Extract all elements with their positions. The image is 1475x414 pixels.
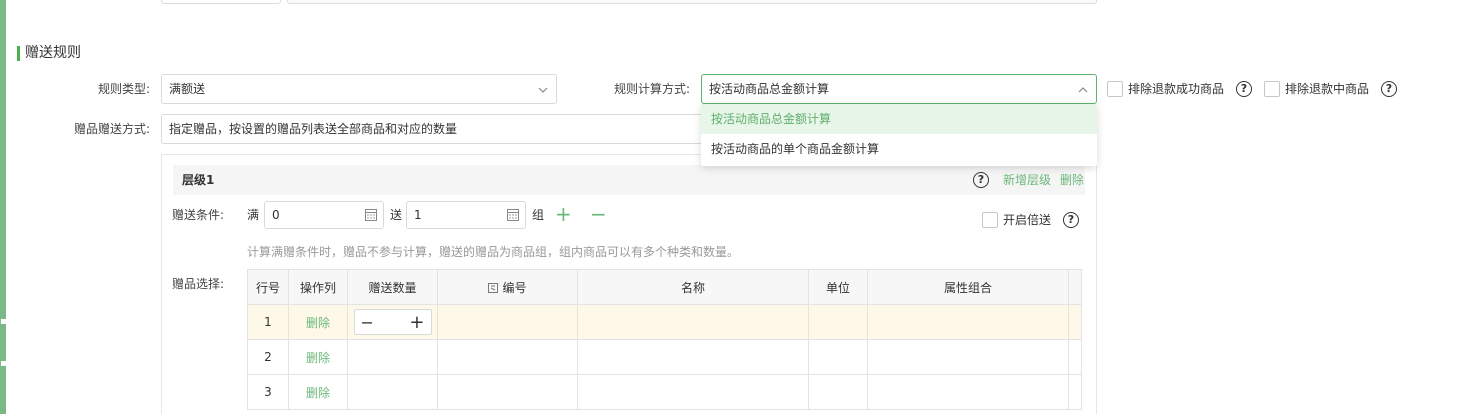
- sidebar-strip: [0, 0, 6, 414]
- calc-method-label: 规则计算方式:: [613, 82, 690, 96]
- amount-input[interactable]: 1: [406, 201, 526, 229]
- exclude-refund-pending-checkbox[interactable]: [1264, 81, 1280, 97]
- chevron-up-icon: [1078, 87, 1088, 93]
- unit-cell[interactable]: [808, 374, 868, 410]
- delete-row-link[interactable]: 删除: [288, 304, 348, 340]
- calc-method-select[interactable]: 按活动商品总金额计算: [701, 74, 1097, 104]
- col-header: 属性组合: [867, 269, 1069, 305]
- code-cell[interactable]: [437, 304, 578, 340]
- col-header: 赠送数量: [347, 269, 438, 305]
- gift-select-label: 赠品选择:: [172, 277, 225, 291]
- gift-method-select[interactable]: 指定赠品，按设置的赠品列表送全部商品和对应的数量: [161, 114, 721, 144]
- col-header: 名称: [577, 269, 809, 305]
- threshold-input[interactable]: 0: [264, 201, 384, 229]
- help-icon[interactable]: ?: [1063, 212, 1079, 228]
- double-gift-label: 开启倍送: [1003, 213, 1052, 227]
- gift-method-label: 赠品赠送方式:: [73, 122, 150, 136]
- chevron-down-icon: [538, 87, 548, 93]
- level-title: 层级1: [182, 173, 215, 187]
- level-header: [173, 165, 1085, 195]
- exclude-refund-success-checkbox[interactable]: [1107, 81, 1123, 97]
- table-row: 2 删除: [247, 339, 1082, 375]
- rule-type-label: 规则类型:: [97, 82, 150, 96]
- code-cell[interactable]: [437, 339, 578, 375]
- quantity-stepper[interactable]: − +: [353, 309, 432, 335]
- plus-icon[interactable]: +: [555, 203, 572, 225]
- table-row: 3 删除: [247, 374, 1082, 410]
- minus-icon[interactable]: −: [590, 203, 607, 225]
- name-cell[interactable]: [577, 374, 809, 410]
- calculator-icon: [507, 209, 519, 221]
- extra-cell: [1068, 374, 1082, 410]
- table-header-row: 行号 操作列 赠送数量 编号 名称 单位 属性组合: [247, 269, 1082, 305]
- unit-cell[interactable]: [808, 304, 868, 340]
- condition-label: 赠送条件:: [172, 208, 225, 222]
- rule-type-value: 满额送: [169, 82, 206, 96]
- delete-level-link[interactable]: 删除: [1060, 172, 1084, 188]
- double-gift-checkbox[interactable]: [982, 212, 998, 228]
- col-header-extra: [1068, 269, 1082, 305]
- section-title: 赠送规则: [25, 45, 81, 61]
- attr-cell[interactable]: [867, 304, 1069, 340]
- extra-cell: [1068, 304, 1082, 340]
- rule-type-select[interactable]: 满额送: [161, 74, 557, 104]
- condition-unit: 组: [532, 208, 545, 222]
- calc-method-value: 按活动商品总金额计算: [709, 82, 830, 96]
- condition-hint: 计算满赠条件时，赠品不参与计算，赠送的赠品为商品组，组内商品可以有多个种类和数量…: [247, 245, 740, 259]
- quantity-cell[interactable]: [347, 374, 438, 410]
- calc-method-dropdown: 按活动商品总金额计算 按活动商品的单个商品金额计算: [701, 104, 1097, 166]
- row-number: 3: [247, 374, 289, 410]
- exclude-refund-success-label: 排除退款成功商品: [1128, 82, 1225, 96]
- col-header: 行号: [247, 269, 289, 305]
- condition-prefix: 满: [247, 208, 260, 222]
- column-setting-icon: [488, 283, 499, 293]
- amount-value: 1: [414, 208, 422, 222]
- attr-cell[interactable]: [867, 374, 1069, 410]
- delete-row-link[interactable]: 删除: [288, 339, 348, 375]
- sidebar-glyph: ▪: [0, 316, 6, 327]
- col-header-code[interactable]: 编号: [437, 269, 578, 305]
- col-header: 编号: [502, 280, 527, 295]
- help-icon[interactable]: ?: [1236, 81, 1252, 97]
- table-row: 1 删除 − +: [247, 304, 1082, 340]
- help-icon[interactable]: ?: [973, 172, 989, 188]
- condition-middle: 送: [390, 208, 403, 222]
- col-header: 操作列: [288, 269, 348, 305]
- unit-cell[interactable]: [808, 339, 868, 375]
- top-partial-input[interactable]: [287, 0, 1097, 4]
- dropdown-option-single[interactable]: 按活动商品的单个商品金额计算: [701, 134, 1097, 164]
- minus-icon[interactable]: −: [361, 313, 374, 332]
- help-icon[interactable]: ?: [1381, 81, 1397, 97]
- gift-table: 行号 操作列 赠送数量 编号 名称 单位 属性组合 1 删除 − + 2 删除 …: [247, 269, 1082, 410]
- dropdown-option-total[interactable]: 按活动商品总金额计算: [701, 104, 1097, 134]
- row-number: 2: [247, 339, 289, 375]
- col-header: 单位: [808, 269, 868, 305]
- quantity-cell: − +: [347, 304, 438, 340]
- sidebar-glyph: ▪: [0, 358, 6, 369]
- top-partial-input[interactable]: [161, 0, 281, 4]
- plus-icon[interactable]: +: [409, 312, 424, 333]
- section-marker: [17, 46, 20, 61]
- code-cell[interactable]: [437, 374, 578, 410]
- delete-row-link[interactable]: 删除: [288, 374, 348, 410]
- threshold-value: 0: [272, 208, 280, 222]
- quantity-cell[interactable]: [347, 339, 438, 375]
- name-cell[interactable]: [577, 339, 809, 375]
- name-cell[interactable]: [577, 304, 809, 340]
- attr-cell[interactable]: [867, 339, 1069, 375]
- exclude-refund-pending-label: 排除退款中商品: [1285, 82, 1370, 96]
- extra-cell: [1068, 339, 1082, 375]
- add-level-link[interactable]: 新增层级: [1003, 172, 1051, 188]
- calculator-icon: [365, 209, 377, 221]
- gift-method-value: 指定赠品，按设置的赠品列表送全部商品和对应的数量: [169, 122, 458, 136]
- row-number: 1: [247, 304, 289, 340]
